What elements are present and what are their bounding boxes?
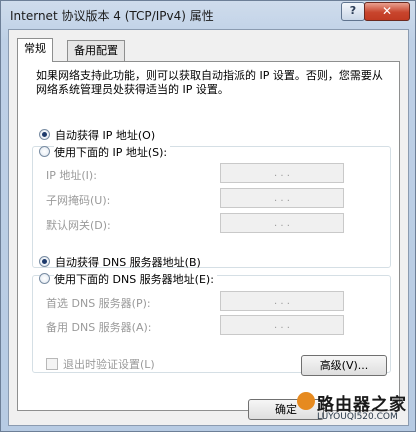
- dns-manual-label[interactable]: 使用下面的 DNS 服务器地址(E):: [54, 271, 217, 287]
- default-gateway-input[interactable]: . . .: [220, 213, 344, 233]
- description-text: 如果网络支持此功能，则可以获取自动指派的 IP 设置。否则，您需要从网络系统管理…: [36, 69, 383, 96]
- watermark-logo-icon: [297, 392, 315, 410]
- subnet-mask-input[interactable]: . . .: [220, 188, 344, 208]
- preferred-dns-value: . . .: [274, 295, 290, 307]
- ip-address-value: . . .: [274, 167, 290, 179]
- alternate-dns-label: 备用 DNS 服务器(A):: [46, 321, 152, 334]
- window-title: Internet 协议版本 4 (TCP/IPv4) 属性: [10, 9, 214, 23]
- subnet-mask-value: . . .: [274, 192, 290, 204]
- tab-alternate-config[interactable]: 备用配置: [67, 40, 125, 61]
- preferred-dns-input[interactable]: . . .: [220, 291, 344, 311]
- default-gateway-value: . . .: [274, 217, 290, 229]
- validate-settings-label: 退出时验证设置(L): [63, 358, 155, 371]
- default-gateway-label: 默认网关(D):: [46, 219, 111, 232]
- close-button[interactable]: ✕: [364, 2, 410, 21]
- ip-address-input[interactable]: . . .: [220, 163, 344, 183]
- help-button[interactable]: ?: [341, 2, 365, 21]
- advanced-button-label: 高级(V)...: [319, 359, 369, 372]
- tab-alternate-config-label: 备用配置: [74, 44, 118, 57]
- subnet-mask-label: 子网掩码(U):: [46, 194, 111, 207]
- dialog-window: Internet 协议版本 4 (TCP/IPv4) 属性 ? ✕ 常规 备用配…: [0, 0, 416, 432]
- close-icon: ✕: [381, 4, 393, 18]
- dns-auto-radio[interactable]: [39, 256, 50, 267]
- preferred-dns-label: 首选 DNS 服务器(P):: [46, 297, 151, 310]
- watermark-url: LUYOUQI520.COM: [317, 412, 398, 422]
- ip-manual-radio[interactable]: [39, 146, 50, 157]
- ip-address-label: IP 地址(I):: [46, 169, 97, 182]
- validate-settings-checkbox[interactable]: [46, 358, 58, 370]
- dns-auto-radio-dot: [42, 259, 47, 264]
- alternate-dns-value: . . .: [274, 319, 290, 331]
- dialog-client-area: 常规 备用配置 如果网络支持此功能，则可以获取自动指派的 IP 设置。否则，您需…: [8, 29, 409, 426]
- dns-auto-label[interactable]: 自动获得 DNS 服务器地址(B): [55, 254, 201, 270]
- alternate-dns-input[interactable]: . . .: [220, 315, 344, 335]
- tab-panel-general: 如果网络支持此功能，则可以获取自动指派的 IP 设置。否则，您需要从网络系统管理…: [17, 61, 400, 411]
- tab-general-label: 常规: [24, 42, 46, 55]
- help-icon: ?: [349, 4, 357, 17]
- ip-auto-label[interactable]: 自动获得 IP 地址(O): [55, 127, 155, 143]
- ip-auto-radio[interactable]: [39, 129, 50, 140]
- ok-button-label: 确定: [275, 403, 297, 416]
- title-bar[interactable]: Internet 协议版本 4 (TCP/IPv4) 属性 ? ✕: [1, 1, 415, 29]
- watermark-logo: 路由器之家 LUYOUQI520.COM: [297, 390, 415, 430]
- advanced-button[interactable]: 高级(V)...: [301, 355, 387, 376]
- dns-manual-radio[interactable]: [39, 273, 50, 284]
- tab-general[interactable]: 常规: [17, 38, 53, 62]
- ip-manual-label[interactable]: 使用下面的 IP 地址(S):: [54, 144, 171, 160]
- ip-auto-radio-dot: [42, 132, 47, 137]
